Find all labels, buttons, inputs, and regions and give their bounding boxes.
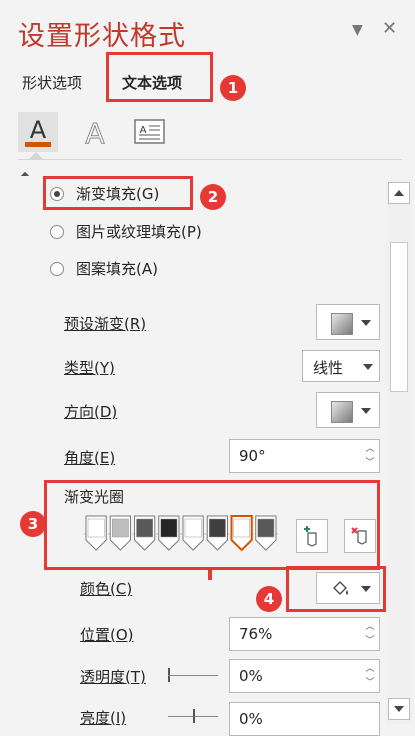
angle-label: 角度(E) (64, 449, 116, 467)
chevron-down-icon (361, 320, 371, 326)
angle-value: 90° (239, 447, 266, 465)
color-label: 颜色(C) (80, 580, 133, 598)
type-dropdown[interactable]: 线性 (302, 350, 380, 382)
angle-spinner[interactable]: 90° ︿ ﹀ (229, 439, 380, 473)
annotation-badge-4: 4 (256, 586, 282, 612)
pane-options-dropdown-icon[interactable]: ▼ (352, 22, 363, 38)
brightness-spinner[interactable]: 0% (229, 702, 380, 736)
chevron-down-icon (361, 408, 371, 414)
triangle-down-icon (394, 706, 404, 712)
annotation-badge-1: 1 (220, 75, 246, 101)
highlight-box-gradient-stops (44, 480, 380, 570)
preset-gradient-label: 预设渐变(R) (64, 315, 147, 333)
position-value: 76% (239, 625, 273, 643)
scroll-down-button[interactable] (388, 698, 410, 720)
gradient-preview-swatch (331, 313, 353, 335)
fill-option-picture[interactable]: 图片或纹理填充(P) (50, 221, 202, 242)
svg-text:A: A (85, 117, 104, 148)
highlight-box-color (286, 566, 386, 612)
transparency-spinner[interactable]: 0% ︿ ﹀ (229, 659, 380, 693)
spin-down-icon[interactable]: ﹀ (365, 458, 375, 468)
annotation-badge-3: 3 (20, 511, 46, 537)
fill-option-pattern[interactable]: 图案填充(A) (50, 258, 158, 279)
direction-label: 方向(D) (64, 403, 118, 421)
spin-up-icon[interactable]: ︿ (365, 444, 375, 454)
spin-down-icon[interactable]: ﹀ (365, 678, 375, 688)
position-spinner[interactable]: 76% ︿ ﹀ (229, 617, 380, 651)
triangle-up-icon (394, 190, 404, 196)
transparency-slider-track[interactable] (168, 675, 218, 676)
direction-preview-swatch (331, 401, 353, 423)
text-effects-icon[interactable]: A (75, 112, 115, 152)
highlight-box-text-options (106, 52, 213, 102)
spin-up-icon[interactable]: ︿ (365, 664, 375, 674)
brightness-value: 0% (239, 710, 263, 728)
brightness-label: 亮度(I) (80, 709, 127, 727)
position-label: 位置(O) (80, 626, 134, 644)
radio-picture-fill[interactable] (50, 224, 64, 239)
type-label: 类型(Y) (64, 359, 115, 377)
textbox-icon[interactable]: A (130, 112, 170, 152)
scroll-thumb[interactable] (390, 242, 408, 392)
section-collapse-icon[interactable] (20, 171, 30, 181)
text-fill-outline-icon[interactable]: A (18, 112, 58, 152)
chevron-down-icon (363, 364, 373, 370)
vertical-scrollbar[interactable] (386, 180, 412, 724)
spin-up-icon[interactable]: ︿ (365, 622, 375, 632)
radio-pattern-fill[interactable] (50, 261, 64, 276)
fill-option-label: 图案填充(A) (76, 260, 158, 278)
transparency-value: 0% (239, 667, 263, 685)
pane-title: 设置形状格式 (18, 21, 186, 52)
svg-text:A: A (140, 125, 147, 136)
scroll-up-button[interactable] (388, 182, 410, 204)
transparency-label: 透明度(T) (80, 668, 146, 686)
annotation-connector (208, 568, 212, 580)
close-icon[interactable]: ✕ (382, 18, 397, 39)
brightness-slider-thumb[interactable] (193, 709, 195, 723)
annotation-badge-2: 2 (200, 184, 226, 210)
fill-option-label: 图片或纹理填充(P) (76, 223, 202, 241)
direction-dropdown[interactable] (316, 392, 380, 428)
tab-shape-options[interactable]: 形状选项 (22, 72, 82, 93)
section-divider (18, 159, 402, 160)
type-value: 线性 (313, 359, 344, 377)
preset-gradient-dropdown[interactable] (316, 304, 380, 340)
highlight-box-gradient-fill (43, 176, 193, 210)
spin-down-icon[interactable]: ﹀ (365, 636, 375, 646)
svg-text:A: A (30, 116, 47, 144)
